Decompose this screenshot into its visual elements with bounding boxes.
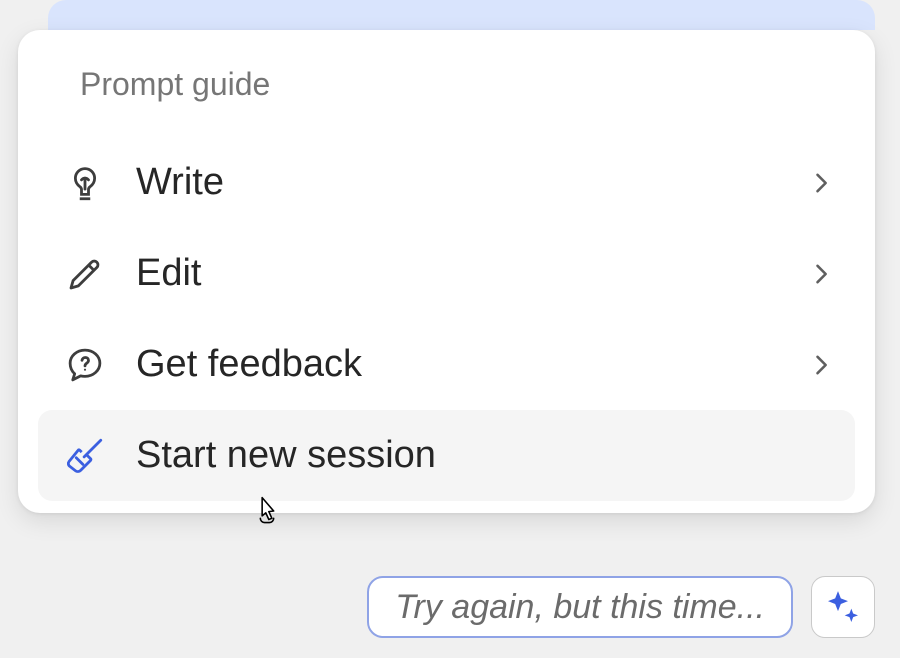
prompt-guide-menu: Prompt guide Write xyxy=(18,30,875,513)
chevron-right-icon xyxy=(807,351,835,379)
menu-item-start-new-session[interactable]: Start new session xyxy=(38,410,855,501)
broom-icon xyxy=(64,435,112,477)
menu-list: Write Edit xyxy=(38,137,855,501)
chevron-right-icon xyxy=(807,169,835,197)
menu-label: Start new session xyxy=(136,434,835,477)
bottom-bar: Try again, but this time... xyxy=(367,576,875,638)
pencil-icon xyxy=(64,253,112,295)
sparkle-icon xyxy=(823,587,863,627)
menu-label: Write xyxy=(136,161,807,204)
menu-title: Prompt guide xyxy=(80,66,855,103)
prompt-input[interactable]: Try again, but this time... xyxy=(367,576,793,638)
lightbulb-icon xyxy=(64,162,112,204)
chat-question-icon xyxy=(64,344,112,386)
chevron-right-icon xyxy=(807,260,835,288)
input-placeholder: Try again, but this time... xyxy=(395,588,765,627)
background-accent xyxy=(48,0,875,30)
ai-sparkle-button[interactable] xyxy=(811,576,875,638)
menu-item-edit[interactable]: Edit xyxy=(38,228,855,319)
menu-item-write[interactable]: Write xyxy=(38,137,855,228)
menu-item-get-feedback[interactable]: Get feedback xyxy=(38,319,855,410)
menu-label: Edit xyxy=(136,252,807,295)
menu-label: Get feedback xyxy=(136,343,807,386)
